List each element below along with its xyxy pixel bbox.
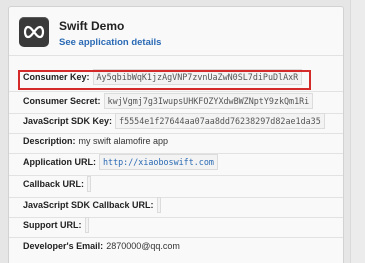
callback-url-label: Callback URL: xyxy=(23,179,85,189)
consumer-secret-value[interactable]: kwjVgmj7g3IwupsUHKFOZYXdwBWZNptY9zkQm1Ri xyxy=(103,93,314,109)
developer-email-value: 2870000@qq.com xyxy=(106,241,180,251)
developer-email-label: Developer's Email: xyxy=(23,241,104,251)
application-url-link[interactable]: http://xiaoboswift.com xyxy=(99,154,218,170)
field-row-description: Description: my swift alamofire app xyxy=(23,133,335,149)
consumer-secret-label: Consumer Secret: xyxy=(23,96,101,106)
field-row-js-sdk-key: JavaScript SDK Key: f5554e1f27644aa07aa8… xyxy=(23,113,335,129)
js-sdk-key-value[interactable]: f5554e1f27644aa07aa8dd76238297d82ae1da35 xyxy=(115,113,325,129)
js-sdk-callback-url-value[interactable] xyxy=(156,197,161,213)
support-url-label: Support URL: xyxy=(23,220,82,230)
infinity-icon xyxy=(19,17,49,47)
consumer-key-highlight-box xyxy=(18,70,311,90)
support-url-value[interactable] xyxy=(84,217,89,233)
header-divider xyxy=(9,55,343,56)
description-label: Description: xyxy=(23,136,76,146)
field-row-consumer-secret: Consumer Secret: kwjVgmj7g3IwupsUHKFOZYX… xyxy=(23,93,335,109)
field-row-application-url: Application URL: http://xiaoboswift.com xyxy=(23,154,335,170)
description-value: my swift alamofire app xyxy=(78,136,169,146)
see-application-details-link[interactable]: See application details xyxy=(59,37,161,48)
window-scroll-edge xyxy=(350,0,365,263)
field-row-js-sdk-callback-url: JavaScript SDK Callback URL: xyxy=(23,197,335,213)
callback-url-value[interactable] xyxy=(87,176,92,192)
js-sdk-callback-url-label: JavaScript SDK Callback URL: xyxy=(23,200,154,210)
row-divider xyxy=(9,91,343,92)
field-row-support-url: Support URL: xyxy=(23,217,335,233)
js-sdk-key-label: JavaScript SDK Key: xyxy=(23,116,113,126)
app-title: Swift Demo xyxy=(59,19,125,33)
application-url-label: Application URL: xyxy=(23,157,96,167)
field-row-callback-url: Callback URL: xyxy=(23,176,335,192)
application-panel: Swift Demo See application details Consu… xyxy=(8,6,344,263)
field-row-developer-email: Developer's Email: 2870000@qq.com xyxy=(23,238,335,254)
